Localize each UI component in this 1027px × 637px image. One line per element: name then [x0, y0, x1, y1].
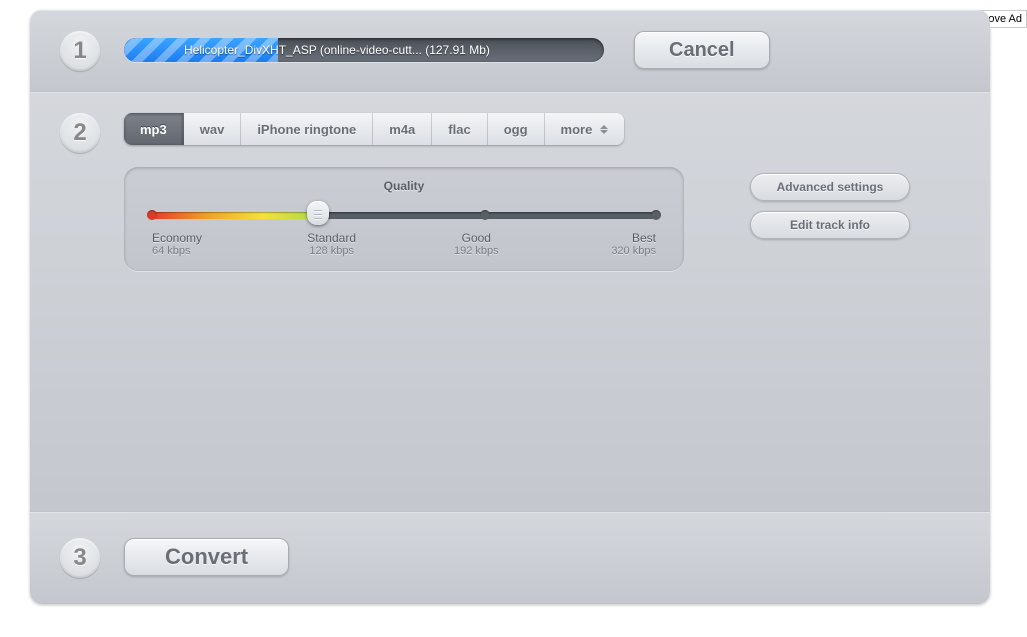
format-option-more[interactable]: more	[545, 113, 625, 145]
quality-title: Quality	[152, 179, 656, 193]
cancel-button[interactable]: Cancel	[634, 31, 770, 69]
quality-slider[interactable]	[152, 205, 656, 225]
format-label: wav	[200, 122, 225, 137]
format-label: ogg	[504, 122, 528, 137]
quality-panel: Quality Economy64 kbps Standard128 kbps Go…	[124, 167, 684, 271]
upload-progress-bar: Helicopter_DivXHT_ASP (online-video-cutt…	[124, 38, 604, 62]
quality-option-label: Best320 kbps	[586, 231, 656, 257]
section-settings: 2 mp3 wav iPhone ringtone m4a flac ogg more Qu…	[30, 92, 990, 512]
format-label: more	[561, 122, 593, 137]
quality-option-label: Economy64 kbps	[152, 231, 222, 257]
format-option-wav[interactable]: wav	[184, 113, 242, 145]
format-label: mp3	[140, 122, 167, 137]
slider-handle[interactable]	[307, 201, 329, 229]
step-number-2: 2	[60, 113, 100, 153]
format-option-flac[interactable]: flac	[432, 113, 487, 145]
format-label: flac	[448, 122, 470, 137]
section-upload: 1 Helicopter_DivXHT_ASP (online-video-cu…	[30, 10, 990, 92]
step-number-3: 3	[60, 538, 100, 578]
format-label: iPhone ringtone	[257, 122, 356, 137]
slider-tick	[480, 210, 490, 220]
format-option-m4a[interactable]: m4a	[373, 113, 432, 145]
format-option-ogg[interactable]: ogg	[488, 113, 545, 145]
convert-button[interactable]: Convert	[124, 538, 289, 576]
format-option-iphone-ringtone[interactable]: iPhone ringtone	[241, 113, 373, 145]
slider-tick	[147, 210, 157, 220]
quality-option-label: Good192 kbps	[441, 231, 511, 257]
advanced-settings-button[interactable]: Advanced settings	[750, 173, 910, 201]
format-label: m4a	[389, 122, 415, 137]
chevron-up-down-icon	[600, 125, 608, 134]
quality-option-label: Standard128 kbps	[297, 231, 367, 257]
upload-file-label: Helicopter_DivXHT_ASP (online-video-cutt…	[124, 43, 490, 57]
format-selector: mp3 wav iPhone ringtone m4a flac ogg more	[124, 113, 624, 145]
slider-tick	[651, 210, 661, 220]
step-number-1: 1	[60, 31, 100, 71]
converter-panel: 1 Helicopter_DivXHT_ASP (online-video-cu…	[30, 10, 990, 604]
section-convert: 3 Convert	[30, 512, 990, 604]
edit-track-info-button[interactable]: Edit track info	[750, 211, 910, 239]
format-option-mp3[interactable]: mp3	[124, 113, 184, 145]
